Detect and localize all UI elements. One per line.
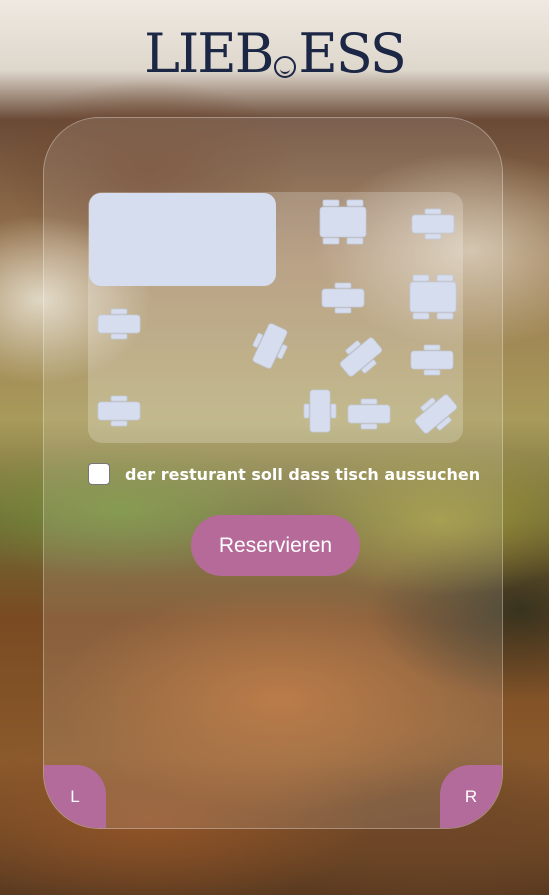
- table-t9[interactable]: [97, 395, 141, 427]
- table-t10[interactable]: [303, 389, 337, 433]
- table-t8[interactable]: [410, 344, 454, 376]
- bar-counter: [89, 193, 276, 286]
- table-t4[interactable]: [321, 282, 365, 314]
- brand-logo: LIEB ESS: [0, 24, 549, 84]
- table-t3[interactable]: [97, 308, 141, 340]
- logo-text-left: LIEB: [144, 22, 274, 85]
- reserve-button[interactable]: Reservieren: [191, 515, 360, 576]
- right-nav-button[interactable]: R: [440, 765, 502, 828]
- table-t12[interactable]: [409, 388, 463, 440]
- table-t2[interactable]: [411, 208, 455, 240]
- restaurant-choose-label: der resturant soll dass tisch aussuchen: [125, 464, 481, 484]
- smiley-logo-icon: [274, 56, 297, 78]
- table-t1[interactable]: [319, 199, 367, 245]
- table-t6[interactable]: [246, 319, 294, 373]
- table-t11[interactable]: [347, 398, 391, 430]
- reservation-card: der resturant soll dass tisch aussuchen …: [43, 117, 503, 829]
- floor-plan: [88, 192, 463, 443]
- left-nav-button[interactable]: L: [44, 765, 106, 828]
- restaurant-choose-table-option: der resturant soll dass tisch aussuchen: [88, 461, 480, 487]
- restaurant-choose-checkbox[interactable]: [88, 463, 110, 485]
- table-t5[interactable]: [409, 274, 457, 320]
- table-t7[interactable]: [334, 331, 388, 383]
- logo-text-right: ESS: [298, 22, 406, 85]
